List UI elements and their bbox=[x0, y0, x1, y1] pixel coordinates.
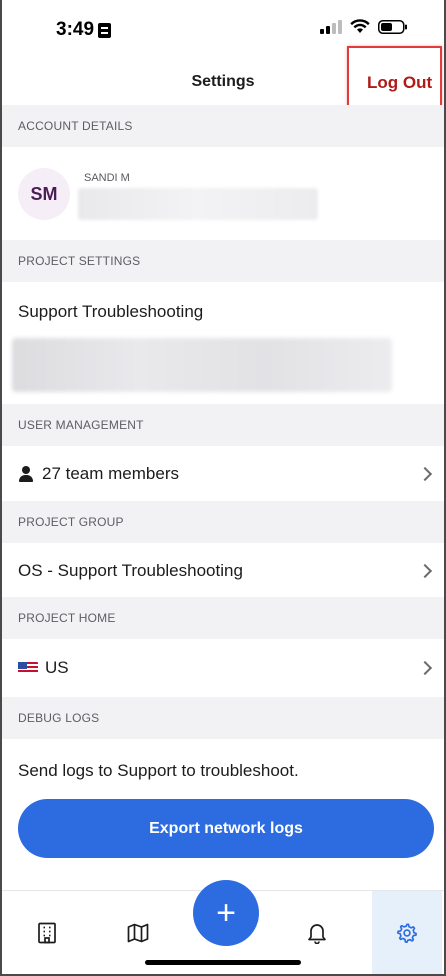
nav-building[interactable] bbox=[12, 891, 82, 975]
us-flag-icon bbox=[18, 662, 38, 674]
map-icon bbox=[127, 923, 149, 943]
gear-icon bbox=[397, 923, 417, 943]
avatar-initials: SM bbox=[30, 183, 58, 204]
export-network-logs-button[interactable]: Export network logs bbox=[18, 799, 434, 858]
export-network-logs-label: Export network logs bbox=[149, 819, 303, 837]
project-home-row[interactable]: US bbox=[0, 640, 446, 696]
home-indicator bbox=[145, 960, 301, 965]
person-icon bbox=[18, 466, 34, 482]
team-members-label: 27 team members bbox=[42, 464, 179, 483]
redacted-email bbox=[78, 188, 318, 220]
avatar: SM bbox=[18, 168, 70, 220]
section-project-settings: PROJECT SETTINGS bbox=[0, 240, 446, 282]
project-group-name: OS - Support Troubleshooting bbox=[18, 561, 243, 580]
add-button[interactable]: + bbox=[193, 880, 259, 946]
status-indicators bbox=[320, 19, 408, 34]
sim-card-icon bbox=[98, 22, 112, 38]
plus-icon: + bbox=[216, 894, 236, 932]
redacted-project-details bbox=[12, 338, 392, 392]
section-project-group: PROJECT GROUP bbox=[0, 501, 446, 543]
cellular-signal-icon bbox=[320, 19, 342, 34]
user-name: SANDI M bbox=[84, 172, 130, 184]
section-account-details: ACCOUNT DETAILS bbox=[0, 105, 446, 147]
building-icon bbox=[38, 922, 56, 944]
chevron-right-icon bbox=[417, 466, 433, 482]
section-project-home: PROJECT HOME bbox=[0, 597, 446, 639]
debug-logs-description: Send logs to Support to troubleshoot. bbox=[18, 761, 299, 780]
chevron-right-icon bbox=[417, 563, 433, 579]
section-user-management: USER MANAGEMENT bbox=[0, 404, 446, 446]
project-group-row[interactable]: OS - Support Troubleshooting bbox=[0, 543, 446, 599]
chevron-right-icon bbox=[417, 660, 433, 676]
battery-icon bbox=[378, 19, 407, 34]
team-members-row[interactable]: 27 team members bbox=[0, 446, 446, 502]
project-name-row: Support Troubleshooting bbox=[0, 293, 446, 331]
bell-icon bbox=[308, 924, 326, 944]
status-time: 3:49 bbox=[56, 19, 112, 41]
debug-logs-description-row: Send logs to Support to troubleshoot. bbox=[0, 752, 446, 790]
wifi-icon bbox=[350, 19, 370, 33]
logout-button[interactable]: Log Out bbox=[367, 73, 432, 93]
project-home-region: US bbox=[45, 658, 69, 677]
nav-settings[interactable] bbox=[372, 891, 442, 975]
status-time-text: 3:49 bbox=[56, 19, 95, 40]
section-debug-logs: DEBUG LOGS bbox=[0, 697, 446, 739]
project-name: Support Troubleshooting bbox=[18, 302, 204, 321]
